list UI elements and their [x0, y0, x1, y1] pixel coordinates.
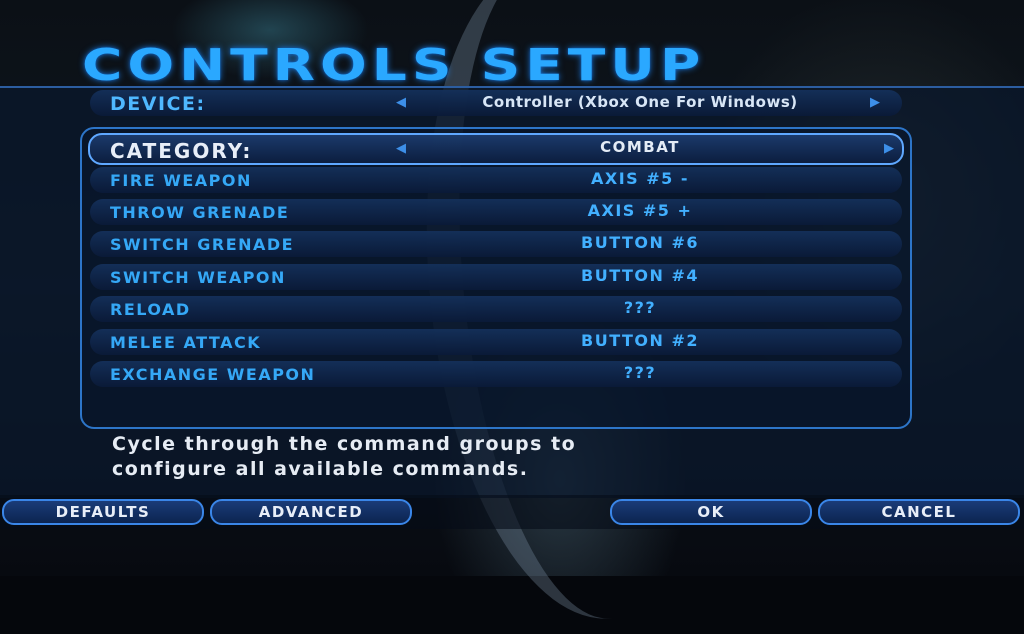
device-label: DEVICE: [110, 93, 206, 115]
binding-action: MELEE ATTACK [110, 333, 262, 352]
binding-key: BUTTON #6 [581, 233, 699, 252]
binding-key: AXIS #5 + [587, 201, 693, 220]
category-value: COMBAT [600, 138, 680, 156]
category-prev-arrow-icon[interactable]: ◀ [396, 141, 408, 156]
binding-key: BUTTON #2 [581, 331, 699, 350]
binding-action: FIRE WEAPON [110, 171, 252, 190]
help-text-line: configure all available commands. [112, 458, 529, 480]
binding-action: SWITCH GRENADE [110, 235, 295, 254]
screen-title: CONTROLS SETUP [82, 40, 706, 91]
cancel-button[interactable]: CANCEL [818, 499, 1020, 525]
device-value: Controller (Xbox One For Windows) [482, 93, 798, 111]
binding-row[interactable]: SWITCH WEAPON BUTTON #4 [90, 264, 902, 290]
ok-button[interactable]: OK [610, 499, 812, 525]
binding-row[interactable]: EXCHANGE WEAPON ??? [90, 361, 902, 387]
binding-key: ??? [623, 363, 657, 382]
binding-key: BUTTON #4 [581, 266, 699, 285]
binding-row[interactable]: THROW GRENADE AXIS #5 + [90, 199, 902, 225]
binding-row[interactable]: FIRE WEAPON AXIS #5 - [90, 167, 902, 193]
binding-action: EXCHANGE WEAPON [110, 365, 316, 384]
category-selector[interactable]: CATEGORY: ◀ COMBAT ▶ [88, 133, 904, 165]
binding-row[interactable]: SWITCH GRENADE BUTTON #6 [90, 231, 902, 257]
binding-action: RELOAD [110, 300, 191, 319]
device-selector[interactable]: DEVICE: ◀ Controller (Xbox One For Windo… [90, 90, 902, 116]
binding-key: ??? [623, 298, 657, 317]
help-text: Cycle through the command groups to conf… [112, 432, 576, 482]
device-prev-arrow-icon[interactable]: ◀ [396, 95, 408, 110]
advanced-button[interactable]: ADVANCED [210, 499, 412, 525]
defaults-button[interactable]: DEFAULTS [2, 499, 204, 525]
binding-row[interactable]: RELOAD ??? [90, 296, 902, 322]
help-text-line: Cycle through the command groups to [112, 433, 577, 455]
binding-key: AXIS #5 - [590, 169, 689, 188]
category-label: CATEGORY: [110, 139, 253, 163]
binding-row[interactable]: MELEE ATTACK BUTTON #2 [90, 329, 902, 355]
binding-action: SWITCH WEAPON [110, 268, 286, 287]
binding-action: THROW GRENADE [110, 203, 290, 222]
category-next-arrow-icon[interactable]: ▶ [884, 141, 896, 156]
device-next-arrow-icon[interactable]: ▶ [870, 95, 882, 110]
